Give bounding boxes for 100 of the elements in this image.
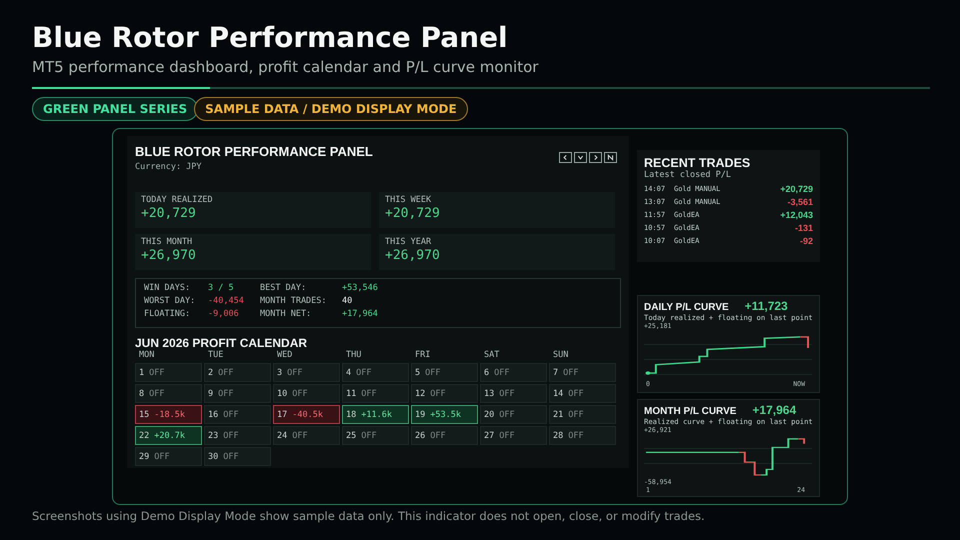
trade-pl: -3,561	[786, 197, 813, 207]
summary-label: TODAY REALIZED	[141, 195, 214, 205]
day-value: +53.5k	[430, 410, 461, 420]
day-value: -18.5k	[154, 410, 185, 420]
day-number: 19	[415, 410, 426, 420]
weekday-label: SUN	[552, 350, 570, 361]
day-value: OFF	[430, 388, 446, 398]
stat-label: MONTH NET:	[260, 309, 312, 319]
day-number: 20	[484, 410, 494, 420]
trade-pl: +12,043	[780, 210, 813, 220]
day-number: 1	[139, 368, 144, 378]
weekday-label: TUE	[207, 350, 224, 361]
day-value: OFF	[292, 430, 308, 440]
day-value: OFF	[223, 430, 239, 440]
footer-note: Screenshots using Demo Display Mode show sample data only. This indicator does not open, close, or modify trades.	[32, 509, 706, 523]
day-number: 30	[208, 452, 218, 462]
summary-label: THIS WEEK	[385, 195, 432, 205]
curve-value: +11,723	[744, 299, 788, 313]
stat-label: BEST DAY:	[260, 283, 308, 293]
curve-value: +17,964	[752, 403, 796, 417]
day-value: OFF	[149, 368, 164, 378]
day-number: 15	[139, 410, 150, 420]
day-value: OFF	[563, 368, 578, 378]
page-title: Blue Rotor Performance Panel	[32, 20, 509, 56]
day-number: 7	[553, 368, 558, 378]
day-number: 23	[208, 430, 218, 440]
day-value: OFF	[568, 388, 584, 398]
day-number: 24	[277, 430, 288, 440]
stat-label: FLOATING:	[144, 309, 192, 319]
stat-value: 3 / 5	[208, 283, 235, 293]
day-value: OFF	[499, 388, 515, 398]
day-number: 4	[346, 368, 352, 378]
day-value: OFF	[356, 368, 372, 378]
stat-label: MONTH TRADES:	[260, 296, 328, 306]
day-number: 13	[484, 388, 494, 398]
weekday-label: THU	[345, 350, 362, 361]
trades-title: RECENT TRADES	[644, 156, 752, 170]
day-number: 16	[208, 410, 218, 420]
trade-pl: +20,729	[780, 184, 813, 194]
day-value: OFF	[499, 430, 515, 440]
day-value: OFF	[149, 388, 164, 398]
day-value: OFF	[292, 388, 308, 398]
summary-value: +20,729	[385, 206, 441, 221]
day-number: 2	[208, 368, 214, 378]
day-number: 9	[208, 388, 214, 398]
day-number: 29	[139, 452, 150, 462]
day-number: 27	[484, 430, 494, 440]
chevron-left-icon[interactable]	[559, 152, 572, 163]
badge: SAMPLE DATA / DEMO DISPLAY MODE	[194, 97, 468, 121]
weekday-label: WED	[276, 350, 294, 361]
curve-title: DAILY P/L CURVE	[644, 302, 729, 313]
day-number: 5	[415, 368, 420, 378]
summary-value: +20,729	[141, 206, 197, 221]
curve-title: MONTH P/L CURVE	[644, 406, 736, 417]
day-value: +11.6k	[361, 410, 392, 420]
day-number: 8	[139, 388, 144, 398]
day-value: OFF	[568, 410, 584, 420]
day-value: OFF	[494, 368, 510, 378]
stat-label: WORST DAY:	[144, 296, 196, 306]
day-value: OFF	[568, 430, 584, 440]
chevron-down-icon[interactable]	[574, 152, 587, 163]
stat-value: -9,006	[208, 309, 240, 319]
day-value: OFF	[430, 430, 446, 440]
day-number: 26	[415, 430, 426, 440]
day-value: +20.7k	[154, 430, 185, 440]
day-value: OFF	[154, 452, 170, 462]
trade-pl: -131	[794, 223, 813, 233]
calendar-title: JUN 2026 PROFIT CALENDAR	[135, 336, 308, 350]
weekday-label: FRI	[414, 350, 432, 361]
day-value: OFF	[425, 368, 440, 378]
page-subtitle: MT5 performance dashboard, profit calendar and P/L curve monitor	[32, 57, 540, 77]
weekday-label: SAT	[483, 350, 500, 361]
day-value: OFF	[223, 410, 239, 420]
day-value: -40.5k	[292, 410, 323, 420]
panel-title: BLUE ROTOR PERFORMANCE PANEL	[135, 144, 373, 159]
day-value: OFF	[218, 368, 234, 378]
day-number: 6	[484, 368, 490, 378]
trades-subtitle: Latest closed P/L	[644, 170, 732, 180]
day-number: 12	[415, 388, 426, 398]
day-number: 28	[553, 430, 564, 440]
stat-value: +17,964	[342, 309, 379, 319]
day-number: 17	[277, 410, 288, 420]
stat-value: 40	[342, 296, 354, 306]
day-number: 22	[139, 430, 150, 440]
day-value: OFF	[287, 368, 302, 378]
day-number: 18	[346, 410, 356, 420]
day-value: OFF	[499, 410, 515, 420]
day-number: 14	[553, 388, 564, 398]
stat-label: WIN DAYS:	[144, 283, 192, 293]
stat-value: +53,546	[342, 283, 379, 293]
chevron-right-icon[interactable]	[589, 152, 602, 163]
day-value: OFF	[361, 430, 377, 440]
day-number: 11	[346, 388, 356, 398]
day-number: 25	[346, 430, 356, 440]
summary-label: THIS MONTH	[141, 237, 194, 247]
badge: GREEN PANEL SERIES	[32, 97, 198, 121]
day-number: 10	[277, 388, 288, 398]
day-number: 3	[277, 368, 282, 378]
stat-value: -40,454	[208, 296, 245, 306]
currency-label: Currency: JPY	[135, 162, 203, 172]
